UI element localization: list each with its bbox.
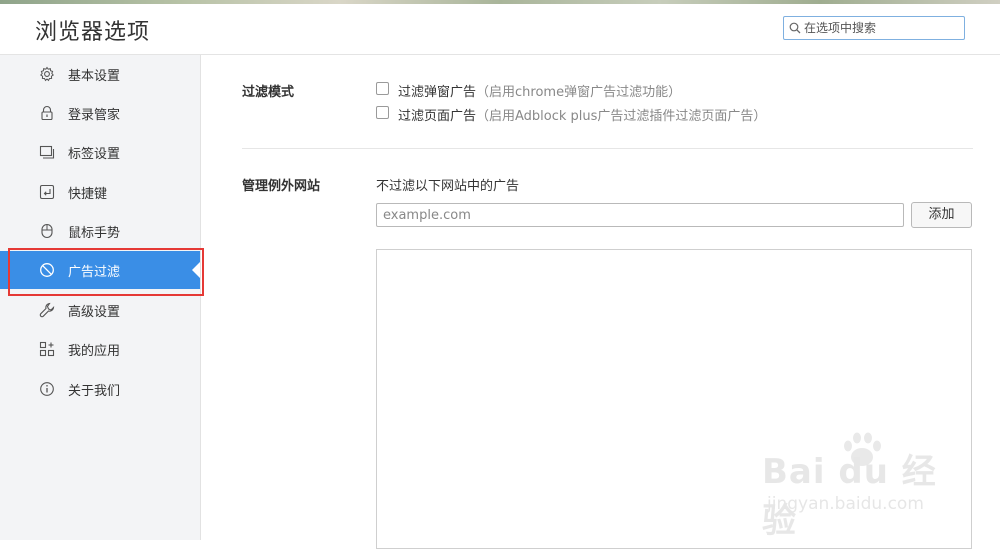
main-content: 过滤模式 过滤弹窗广告（启用chrome弹窗广告过滤功能） 过滤页面广告（启用A… xyxy=(201,55,1000,549)
sidebar-item-label: 高级设置 xyxy=(68,305,121,320)
exceptions-note: 不过滤以下网站中的广告 xyxy=(376,179,520,194)
sidebar: 基本设置 登录管家 标签设置 快捷键 鼠标手势 广告过滤 高级设置 我的应用 关… xyxy=(0,55,201,540)
apps-grid-icon xyxy=(39,341,55,357)
page-filter-text: 过滤页面广告（启用Adblock plus广告过滤插件过滤页面广告） xyxy=(398,105,766,124)
sidebar-item-mouse-gestures[interactable]: 鼠标手势 xyxy=(0,212,200,250)
sidebar-item-label: 标签设置 xyxy=(68,147,121,162)
sidebar-item-label: 关于我们 xyxy=(68,384,121,399)
add-exception-button[interactable]: 添加 xyxy=(911,202,972,228)
page-filter-checkbox[interactable] xyxy=(376,106,389,119)
active-indicator xyxy=(192,262,200,278)
lock-icon xyxy=(41,105,53,121)
sidebar-item-login-manager[interactable]: 登录管家 xyxy=(0,94,200,132)
sidebar-item-label: 我的应用 xyxy=(68,344,121,359)
sidebar-item-basic-settings[interactable]: 基本设置 xyxy=(0,55,200,93)
block-icon xyxy=(40,263,54,277)
section-divider xyxy=(242,148,973,149)
info-icon xyxy=(40,382,54,396)
keyboard-key-icon xyxy=(39,184,55,200)
search-input[interactable] xyxy=(804,19,959,37)
tabs-icon xyxy=(39,145,55,159)
filter-mode-label: 过滤模式 xyxy=(242,85,295,100)
sidebar-item-tab-settings[interactable]: 标签设置 xyxy=(0,133,200,171)
sidebar-item-shortcuts[interactable]: 快捷键 xyxy=(0,173,200,211)
exceptions-label: 管理例外网站 xyxy=(242,179,321,194)
sidebar-item-about-us[interactable]: 关于我们 xyxy=(0,370,200,408)
sidebar-item-advanced-settings[interactable]: 高级设置 xyxy=(0,291,200,329)
header: 浏览器选项 xyxy=(0,4,1000,55)
page-filter-hint: （启用Adblock plus广告过滤插件过滤页面广告） xyxy=(476,109,767,124)
sidebar-item-label: 鼠标手势 xyxy=(68,226,121,241)
mouse-icon xyxy=(41,223,53,239)
popup-filter-text: 过滤弹窗广告（启用chrome弹窗广告过滤功能） xyxy=(398,81,681,100)
gear-icon xyxy=(40,66,54,82)
sidebar-item-label: 广告过滤 xyxy=(68,265,121,280)
exception-url-input[interactable] xyxy=(383,207,893,223)
exception-site-list[interactable] xyxy=(376,249,972,549)
sidebar-item-ad-filter[interactable]: 广告过滤 xyxy=(0,251,200,289)
sidebar-item-my-apps[interactable]: 我的应用 xyxy=(0,330,200,368)
sidebar-item-label: 基本设置 xyxy=(68,69,121,84)
sidebar-item-label: 快捷键 xyxy=(68,187,108,202)
search-box[interactable] xyxy=(783,16,965,40)
wrench-icon xyxy=(39,302,55,318)
sidebar-item-label: 登录管家 xyxy=(68,108,121,123)
page-filter-label: 过滤页面广告 xyxy=(398,109,477,124)
exception-url-field[interactable] xyxy=(376,203,904,227)
popup-filter-label: 过滤弹窗广告 xyxy=(398,85,477,100)
search-icon xyxy=(789,22,801,34)
popup-filter-hint: （启用chrome弹窗广告过滤功能） xyxy=(476,85,682,100)
page-title: 浏览器选项 xyxy=(35,20,151,45)
popup-filter-checkbox[interactable] xyxy=(376,82,389,95)
